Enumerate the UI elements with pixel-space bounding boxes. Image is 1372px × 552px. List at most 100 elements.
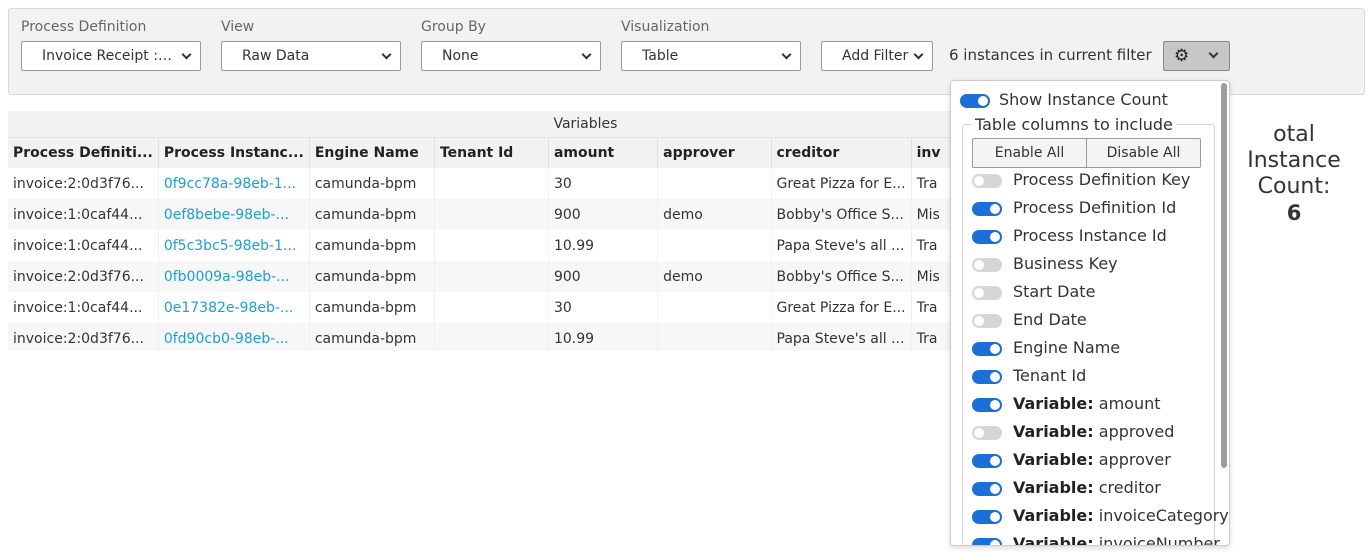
visualization-label: Visualization <box>621 19 710 35</box>
table-row: invoice:2:0d3f76... 0fd90cb0-98eb-... camu… <box>8 323 958 351</box>
process-instance-link[interactable]: 0f9cc78a-98eb-1... <box>158 168 310 199</box>
add-filter-label: Add Filter <box>842 48 909 64</box>
column-toggle-label: Engine Name <box>1013 338 1120 357</box>
column-toggle-label: Process Definition Key <box>1013 170 1190 189</box>
enable-disable-group: Enable All Disable All <box>972 138 1201 168</box>
column-header[interactable]: amount <box>548 136 659 168</box>
column-toggle-item[interactable]: Engine Name <box>972 337 1212 361</box>
table-cell: Papa Steve's all ... <box>771 323 912 351</box>
view-select[interactable]: Raw Data <box>221 41 401 71</box>
toggle-knob <box>990 204 1000 214</box>
column-toggle-label: Business Key <box>1013 254 1118 273</box>
variable-prefix: Variable: <box>1013 506 1094 525</box>
table-cell <box>434 199 549 230</box>
column-toggle-item[interactable]: Variable: creditor <box>972 477 1212 501</box>
view-value: Raw Data <box>242 48 310 64</box>
column-header[interactable]: approver <box>657 136 772 168</box>
column-toggle-item[interactable]: Process Definition Key <box>972 169 1212 193</box>
column-toggle-item[interactable]: Tenant Id <box>972 365 1212 389</box>
process-instance-link[interactable]: 0fb0009a-98eb-... <box>158 261 310 292</box>
chevron-down-icon <box>181 49 192 60</box>
process-definition-select[interactable]: Invoice Receipt : ... <box>21 41 201 71</box>
column-toggle-switch[interactable] <box>972 454 1002 468</box>
column-toggle-switch[interactable] <box>972 230 1002 244</box>
column-toggle-switch[interactable] <box>972 482 1002 496</box>
view-label: View <box>221 19 255 35</box>
column-toggle-switch[interactable] <box>972 398 1002 412</box>
table-cell: camunda-bpm <box>309 292 435 323</box>
column-header[interactable]: Engine Name <box>309 136 435 168</box>
column-toggle-switch[interactable] <box>972 370 1002 384</box>
column-toggle-switch[interactable] <box>972 342 1002 356</box>
column-toggle-label: Variable: creditor <box>1013 478 1161 497</box>
group-by-value: None <box>442 48 479 64</box>
table-row: invoice:1:0caf44... 0ef8bebe-98eb-... camu… <box>8 199 958 230</box>
column-toggle-item[interactable]: Process Definition Id <box>972 197 1212 221</box>
column-toggle-item[interactable]: Process Instance Id <box>972 225 1212 249</box>
column-header[interactable]: creditor <box>771 136 912 168</box>
table-cell <box>434 168 549 199</box>
table-settings-popover: Show Instance Count Table columns to inc… <box>950 80 1230 546</box>
column-toggle-label: Variable: amount <box>1013 394 1161 413</box>
columns-fieldset-legend: Table columns to include <box>971 115 1177 134</box>
column-toggle-item[interactable]: Variable: invoiceNumber <box>972 533 1220 545</box>
column-toggle-label: End Date <box>1013 310 1087 329</box>
chevron-down-icon <box>581 49 592 60</box>
column-toggle-switch[interactable] <box>972 286 1002 300</box>
toggle-knob <box>974 288 984 298</box>
column-header[interactable]: Process Instanc... <box>158 136 310 168</box>
process-instance-link[interactable]: 0e17382e-98eb-... <box>158 292 310 323</box>
table-cell: Bobby's Office S... <box>771 261 912 292</box>
toggle-knob <box>974 428 984 438</box>
column-toggle-switch[interactable] <box>972 258 1002 272</box>
visualization-select[interactable]: Table <box>621 41 801 71</box>
show-instance-count-toggle[interactable] <box>960 94 990 108</box>
toggle-knob <box>990 372 1000 382</box>
column-toggle-item[interactable]: End Date <box>972 309 1212 333</box>
column-toggle-item[interactable]: Business Key <box>972 253 1212 277</box>
column-name: End Date <box>1013 310 1087 329</box>
settings-button[interactable]: ⚙ <box>1163 41 1230 71</box>
gear-icon: ⚙ <box>1174 46 1190 66</box>
column-name: Process Definition Id <box>1013 198 1177 217</box>
table-cell: invoice:1:0caf44... <box>8 230 159 261</box>
total-count-label-line2: Count: <box>1257 174 1331 199</box>
table-cell <box>434 261 549 292</box>
column-toggle-switch[interactable] <box>972 174 1002 188</box>
table-cell <box>434 230 549 261</box>
process-instance-link[interactable]: 0f5c3bc5-98eb-1... <box>158 230 310 261</box>
toggle-knob <box>978 96 988 106</box>
table-cell <box>657 168 772 199</box>
variable-prefix: Variable: <box>1013 422 1094 441</box>
add-filter-button[interactable]: Add Filter <box>821 41 933 71</box>
column-toggle-switch[interactable] <box>972 510 1002 524</box>
column-toggle-switch[interactable] <box>972 202 1002 216</box>
column-toggle-item[interactable]: Variable: invoiceCategory <box>972 505 1229 529</box>
column-name: Process Instance Id <box>1013 226 1167 245</box>
popover-scrollbar[interactable] <box>1221 83 1227 468</box>
group-by-select[interactable]: None <box>421 41 601 71</box>
column-toggle-item[interactable]: Variable: amount <box>972 393 1212 417</box>
disable-all-button[interactable]: Disable All <box>1087 139 1200 167</box>
process-instance-link[interactable]: 0ef8bebe-98eb-... <box>158 199 310 230</box>
column-toggle-item[interactable]: Variable: approved <box>972 421 1212 445</box>
toggle-knob <box>974 176 984 186</box>
column-name: approver <box>1093 450 1171 469</box>
table-cell: invoice:1:0caf44... <box>8 199 159 230</box>
table-cell <box>657 230 772 261</box>
column-header[interactable]: Tenant Id <box>434 136 549 168</box>
table-cell: camunda-bpm <box>309 261 435 292</box>
column-name: invoiceNumber <box>1093 534 1220 546</box>
column-toggle-item[interactable]: Start Date <box>972 281 1212 305</box>
column-toggle-switch[interactable] <box>972 314 1002 328</box>
column-name: Tenant Id <box>1013 366 1087 385</box>
table-row: invoice:1:0caf44... 0f5c3bc5-98eb-1... cam… <box>8 230 958 261</box>
column-toggle-item[interactable]: Variable: approver <box>972 449 1212 473</box>
column-name: Process Definition Key <box>1013 170 1191 189</box>
column-toggle-switch[interactable] <box>972 426 1002 440</box>
column-toggle-switch[interactable] <box>972 538 1002 545</box>
variable-prefix: Variable: <box>1013 394 1094 413</box>
enable-all-button[interactable]: Enable All <box>973 139 1087 167</box>
process-instance-link[interactable]: 0fd90cb0-98eb-... <box>158 323 310 351</box>
column-header[interactable]: Process Definiti... <box>8 136 159 168</box>
